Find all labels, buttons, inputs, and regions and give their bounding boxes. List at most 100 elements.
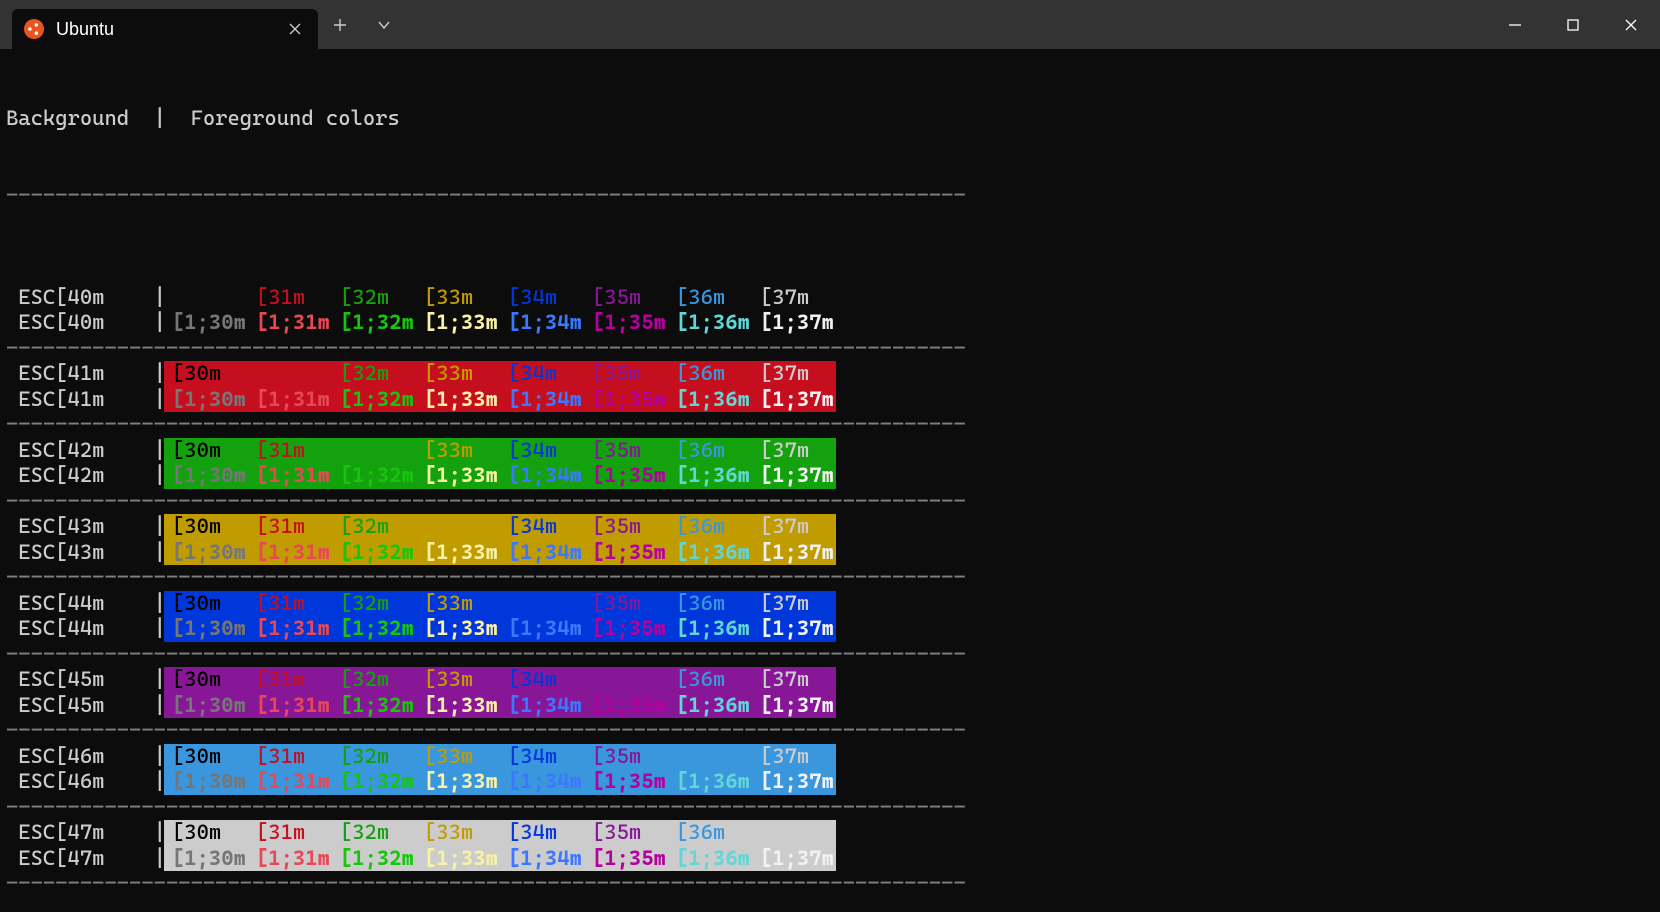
color-cell: [1;35m: [584, 769, 668, 795]
color-cell: [1;35m: [584, 387, 668, 413]
color-bar: [30m[31m[32m[33m[35m[36m[37m: [164, 591, 836, 617]
window-minimize-button[interactable]: [1486, 0, 1544, 49]
color-table: ESC[40m | [31m[32m[33m[34m[35m[36m[37m E…: [6, 285, 1654, 897]
color-cell: [1;32m: [332, 846, 416, 872]
color-cell: [36m: [668, 438, 752, 464]
tab-ubuntu[interactable]: Ubuntu: [12, 9, 318, 49]
color-cell: [1;31m: [248, 387, 332, 413]
color-cell: [31m: [248, 591, 332, 617]
color-cell: [1;34m: [500, 616, 584, 642]
color-cell: [1;33m: [416, 463, 500, 489]
color-cell: [332, 438, 416, 464]
color-cell: [32m: [332, 514, 416, 540]
color-row: ESC[43m | [1;30m[1;31m[1;32m[1;33m[1;34m…: [6, 540, 1654, 566]
tab-close-button[interactable]: [286, 20, 304, 38]
color-bar: [1;30m[1;31m[1;32m[1;33m[1;34m[1;35m[1;3…: [164, 693, 836, 719]
color-cell: [36m: [668, 820, 752, 846]
color-bar: [30m[31m[33m[34m[35m[36m[37m: [164, 438, 836, 464]
color-cell: [36m: [668, 285, 752, 311]
new-tab-button[interactable]: [318, 0, 362, 49]
color-cell: [30m: [164, 820, 248, 846]
color-cell: [1;33m: [416, 387, 500, 413]
color-cell: [32m: [332, 744, 416, 770]
color-cell: [1;33m: [416, 693, 500, 719]
color-cell: [1;34m: [500, 310, 584, 336]
color-cell: [33m: [416, 361, 500, 387]
color-row: ESC[41m | [1;30m[1;31m[1;32m[1;33m[1;34m…: [6, 387, 1654, 413]
color-cell: [30m: [164, 514, 248, 540]
row-label: ESC[46m |: [6, 769, 164, 795]
window-close-button[interactable]: [1602, 0, 1660, 49]
color-cell: [33m: [416, 591, 500, 617]
color-cell: [1;36m: [668, 540, 752, 566]
color-cell: [33m: [416, 744, 500, 770]
color-cell: [1;31m: [248, 310, 332, 336]
color-bar: [30m[31m[32m[33m[34m[35m[37m: [164, 744, 836, 770]
color-cell: [1;36m: [668, 387, 752, 413]
color-row: ESC[47m | [30m[31m[32m[33m[34m[35m[36m: [6, 820, 1654, 846]
color-cell: [35m: [584, 820, 668, 846]
color-cell: [37m: [752, 438, 836, 464]
row-label: ESC[41m |: [6, 361, 164, 387]
terminal-output[interactable]: Background | Foreground colors ---------…: [0, 49, 1660, 912]
color-cell: [32m: [332, 591, 416, 617]
color-bar: [1;30m[1;31m[1;32m[1;33m[1;34m[1;35m[1;3…: [164, 463, 836, 489]
color-cell: [1;31m: [248, 846, 332, 872]
color-cell: [1;35m: [584, 693, 668, 719]
color-cell: [1;37m: [752, 463, 836, 489]
color-cell: [30m: [164, 438, 248, 464]
color-cell: [1;30m: [164, 693, 248, 719]
color-row: ESC[47m | [1;30m[1;31m[1;32m[1;33m[1;34m…: [6, 846, 1654, 872]
color-cell: [33m: [416, 438, 500, 464]
color-cell: [1;36m: [668, 846, 752, 872]
row-label: ESC[43m |: [6, 514, 164, 540]
color-cell: [31m: [248, 514, 332, 540]
tab-dropdown-button[interactable]: [362, 0, 406, 49]
color-cell: [1;30m: [164, 769, 248, 795]
color-bar: [1;30m[1;31m[1;32m[1;33m[1;34m[1;35m[1;3…: [164, 387, 836, 413]
color-cell: [1;32m: [332, 310, 416, 336]
color-row: ESC[40m | [1;30m[1;31m[1;32m[1;33m[1;34m…: [6, 310, 1654, 336]
color-bar: [1;30m[1;31m[1;32m[1;33m[1;34m[1;35m[1;3…: [164, 769, 836, 795]
row-label: ESC[47m |: [6, 820, 164, 846]
color-cell: [248, 361, 332, 387]
color-cell: [31m: [248, 744, 332, 770]
separator: ----------------------------------------…: [6, 871, 1654, 897]
color-cell: [30m: [164, 667, 248, 693]
color-cell: [1;37m: [752, 769, 836, 795]
color-cell: [1;37m: [752, 540, 836, 566]
separator: ----------------------------------------…: [6, 718, 1654, 744]
color-cell: [1;31m: [248, 616, 332, 642]
color-cell: [1;33m: [416, 769, 500, 795]
color-cell: [34m: [500, 820, 584, 846]
separator: ----------------------------------------…: [6, 642, 1654, 668]
color-cell: [1;36m: [668, 693, 752, 719]
row-label: ESC[45m |: [6, 693, 164, 719]
color-cell: [32m: [332, 820, 416, 846]
color-cell: [1;31m: [248, 693, 332, 719]
row-label: ESC[44m |: [6, 616, 164, 642]
color-cell: [668, 744, 752, 770]
color-cell: [1;34m: [500, 540, 584, 566]
color-cell: [1;36m: [668, 310, 752, 336]
row-label: ESC[45m |: [6, 667, 164, 693]
color-cell: [37m: [752, 514, 836, 540]
color-cell: [1;37m: [752, 310, 836, 336]
color-bar: [1;30m[1;31m[1;32m[1;33m[1;34m[1;35m[1;3…: [164, 846, 836, 872]
color-bar: [30m[31m[32m[33m[34m[35m[36m: [164, 820, 836, 846]
color-cell: [30m: [164, 744, 248, 770]
color-cell: [33m: [416, 820, 500, 846]
ubuntu-icon: [24, 19, 44, 39]
color-cell: [1;34m: [500, 769, 584, 795]
color-cell: [1;32m: [332, 540, 416, 566]
color-cell: [33m: [416, 667, 500, 693]
color-cell: [31m: [248, 820, 332, 846]
color-row: ESC[44m | [30m[31m[32m[33m[35m[36m[37m: [6, 591, 1654, 617]
color-cell: [1;30m: [164, 310, 248, 336]
window-maximize-button[interactable]: [1544, 0, 1602, 49]
row-label: ESC[40m |: [6, 310, 164, 336]
color-cell: [1;34m: [500, 463, 584, 489]
color-cell: [34m: [500, 667, 584, 693]
row-label: ESC[47m |: [6, 846, 164, 872]
separator: ----------------------------------------…: [6, 795, 1654, 821]
